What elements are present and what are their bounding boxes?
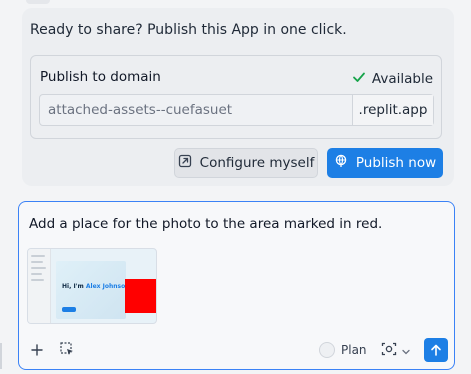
thumbnail-heading-prefix: Hi, I'm <box>62 283 84 290</box>
thumbnail-line <box>31 273 42 275</box>
plan-toggle-indicator <box>319 342 335 358</box>
arrow-up-icon <box>430 341 442 360</box>
composer-tools <box>27 340 77 360</box>
thumbnail-heading-name: Alex Johnson <box>85 283 130 290</box>
send-button[interactable] <box>424 338 448 362</box>
globe-icon <box>334 154 348 172</box>
thumbnail-button <box>62 307 76 312</box>
screenshot-menu-button[interactable] <box>381 341 411 361</box>
domain-input[interactable] <box>40 95 352 125</box>
chat-composer[interactable]: Add a place for the photo to the area ma… <box>18 201 455 370</box>
thumbnail-line <box>31 267 46 269</box>
configure-myself-label: Configure myself <box>199 155 315 171</box>
domain-input-group: .replit.app <box>39 94 434 126</box>
publish-domain-title: Publish to domain <box>40 69 161 85</box>
attached-screenshot-thumbnail[interactable]: Hi, I'm Alex Johnson <box>27 248 157 324</box>
thumbnail-line <box>31 261 43 263</box>
add-attachment-button[interactable] <box>27 340 47 360</box>
plus-icon <box>31 341 43 360</box>
publish-now-button[interactable]: Publish now <box>327 148 443 178</box>
camera-icon <box>381 341 397 361</box>
thumbnail-line <box>31 255 45 257</box>
publish-card: Ready to share? Publish this App in one … <box>22 8 454 186</box>
thumbnail-heading: Hi, I'm Alex Johnson <box>62 283 129 290</box>
publish-message: Ready to share? Publish this App in one … <box>30 22 347 38</box>
publish-now-label: Publish now <box>355 155 437 171</box>
scroll-edge-indicator <box>0 343 2 369</box>
domain-suffix: .replit.app <box>352 95 433 125</box>
select-element-button[interactable] <box>57 340 77 360</box>
availability-label: Available <box>371 71 433 87</box>
red-marked-area <box>125 279 156 313</box>
configure-myself-button[interactable]: Configure myself <box>174 148 318 178</box>
domain-availability: Available <box>352 70 433 88</box>
select-cursor-icon <box>60 341 74 360</box>
publish-domain-panel: Publish to domain Available .replit.app <box>30 55 442 139</box>
external-link-icon <box>178 154 192 172</box>
plan-toggle[interactable]: Plan <box>319 342 367 358</box>
chevron-down-icon <box>401 342 411 361</box>
plan-label: Plan <box>341 343 367 357</box>
thumbnail-line <box>31 279 44 281</box>
prompt-text[interactable]: Add a place for the photo to the area ma… <box>29 216 382 232</box>
collapsed-element-stub <box>26 0 50 4</box>
check-icon <box>352 70 366 88</box>
